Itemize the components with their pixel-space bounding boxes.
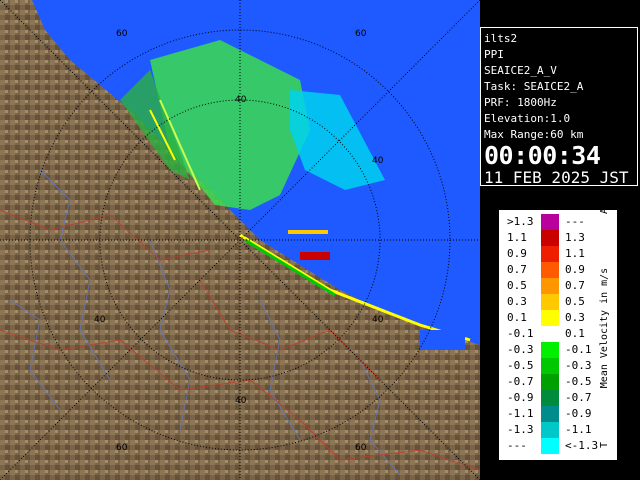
legend-lower-value: --- xyxy=(507,439,527,452)
legend-color-swatch xyxy=(541,342,559,358)
legend-color-swatch xyxy=(541,262,559,278)
legend-lower-value: >1.3 xyxy=(507,215,534,228)
ring-label: 60 xyxy=(355,29,367,39)
legend-title-vertical: T Mean Velocity in m/s A xyxy=(599,208,610,448)
station-name: ilts2 xyxy=(484,32,518,45)
legend-upper-value: -0.5 xyxy=(565,375,592,388)
legend-color-swatch xyxy=(541,214,559,230)
radar-ppi-view: 40 40 40 40 40 60 60 60 60 xyxy=(0,0,480,480)
legend-lower-value: -1.1 xyxy=(507,407,534,420)
red-echo xyxy=(300,252,330,260)
prf-value: PRF: 1800Hz xyxy=(484,96,557,109)
legend-lower-value: 1.1 xyxy=(507,231,527,244)
scan-name: SEAICE2_A_V xyxy=(484,64,557,77)
ring-label: 40 xyxy=(235,95,247,105)
legend-color-swatch xyxy=(541,326,559,342)
legend-upper-value: 1.3 xyxy=(565,231,585,244)
ring-label: 60 xyxy=(116,443,128,453)
legend-color-swatch xyxy=(541,278,559,294)
legend-upper-value: -0.9 xyxy=(565,407,592,420)
legend-upper-value: 0.7 xyxy=(565,279,585,292)
ring-label: 40 xyxy=(372,315,384,325)
legend-color-swatch xyxy=(541,422,559,438)
legend-upper-value: -0.3 xyxy=(565,359,592,372)
legend-upper-value: 0.1 xyxy=(565,327,585,340)
legend-color-swatch xyxy=(541,310,559,326)
scan-date: 11 FEB 2025 JST xyxy=(484,168,629,187)
legend-upper-value: -1.1 xyxy=(565,423,592,436)
orange-echo xyxy=(288,230,328,234)
radar-map: 40 40 40 40 40 60 60 60 60 xyxy=(0,0,480,480)
legend-lower-value: 0.1 xyxy=(507,311,527,324)
info-panel: ilts2 PPI SEAICE2_A_V Task: SEAICE2_A PR… xyxy=(480,27,638,187)
legend-lower-value: -0.7 xyxy=(507,375,534,388)
legend-upper-value: <-1.3 xyxy=(565,439,599,452)
product-type: PPI xyxy=(484,48,504,61)
legend-top-mark: A xyxy=(599,208,610,215)
legend-color-swatch xyxy=(541,406,559,422)
legend-lower-value: 0.3 xyxy=(507,295,527,308)
legend-upper-value: 0.5 xyxy=(565,295,585,308)
legend-lower-value: 0.5 xyxy=(507,279,527,292)
legend-upper-value: -0.1 xyxy=(565,343,592,356)
ring-label: 60 xyxy=(355,443,367,453)
legend-lower-value: -0.3 xyxy=(507,343,534,356)
legend-color-swatch xyxy=(541,230,559,246)
ring-label: 60 xyxy=(116,29,128,39)
legend-lower-value: -0.1 xyxy=(507,327,534,340)
legend-lower-value: 0.9 xyxy=(507,247,527,260)
legend-title: Mean Velocity in m/s xyxy=(599,267,610,389)
legend-lower-value: 0.7 xyxy=(507,263,527,276)
ring-label: 40 xyxy=(235,396,247,406)
lagoon xyxy=(420,330,465,350)
legend-color-swatch xyxy=(541,390,559,406)
legend-color-swatch xyxy=(541,438,559,454)
legend-color-swatch xyxy=(541,358,559,374)
legend-color-swatch xyxy=(541,246,559,262)
legend-lower-value: -0.9 xyxy=(507,391,534,404)
legend-upper-value: 0.3 xyxy=(565,311,585,324)
scan-time: 00:00:34 xyxy=(484,141,601,170)
legend-bottom-mark: T xyxy=(599,441,610,448)
legend-lower-value: -0.5 xyxy=(507,359,534,372)
legend-upper-value: 0.9 xyxy=(565,263,585,276)
velocity-legend: >1.3 --- 1.1 1.3 0.9 1.1 0.7 0.9 0.5 0.7 0.3 0.5 0.1… xyxy=(498,208,618,461)
ring-label: 40 xyxy=(94,315,106,325)
legend-lower-value: -1.3 xyxy=(507,423,534,436)
elevation-value: Elevation:1.0 xyxy=(484,112,571,125)
ring-label: 40 xyxy=(372,156,384,166)
legend-color-swatch xyxy=(541,374,559,390)
task-name: Task: SEAICE2_A xyxy=(484,80,584,93)
legend-upper-value: -0.7 xyxy=(565,391,592,404)
legend-upper-value: 1.1 xyxy=(565,247,585,260)
legend-color-swatch xyxy=(541,294,559,310)
legend-upper-value: --- xyxy=(565,215,585,228)
